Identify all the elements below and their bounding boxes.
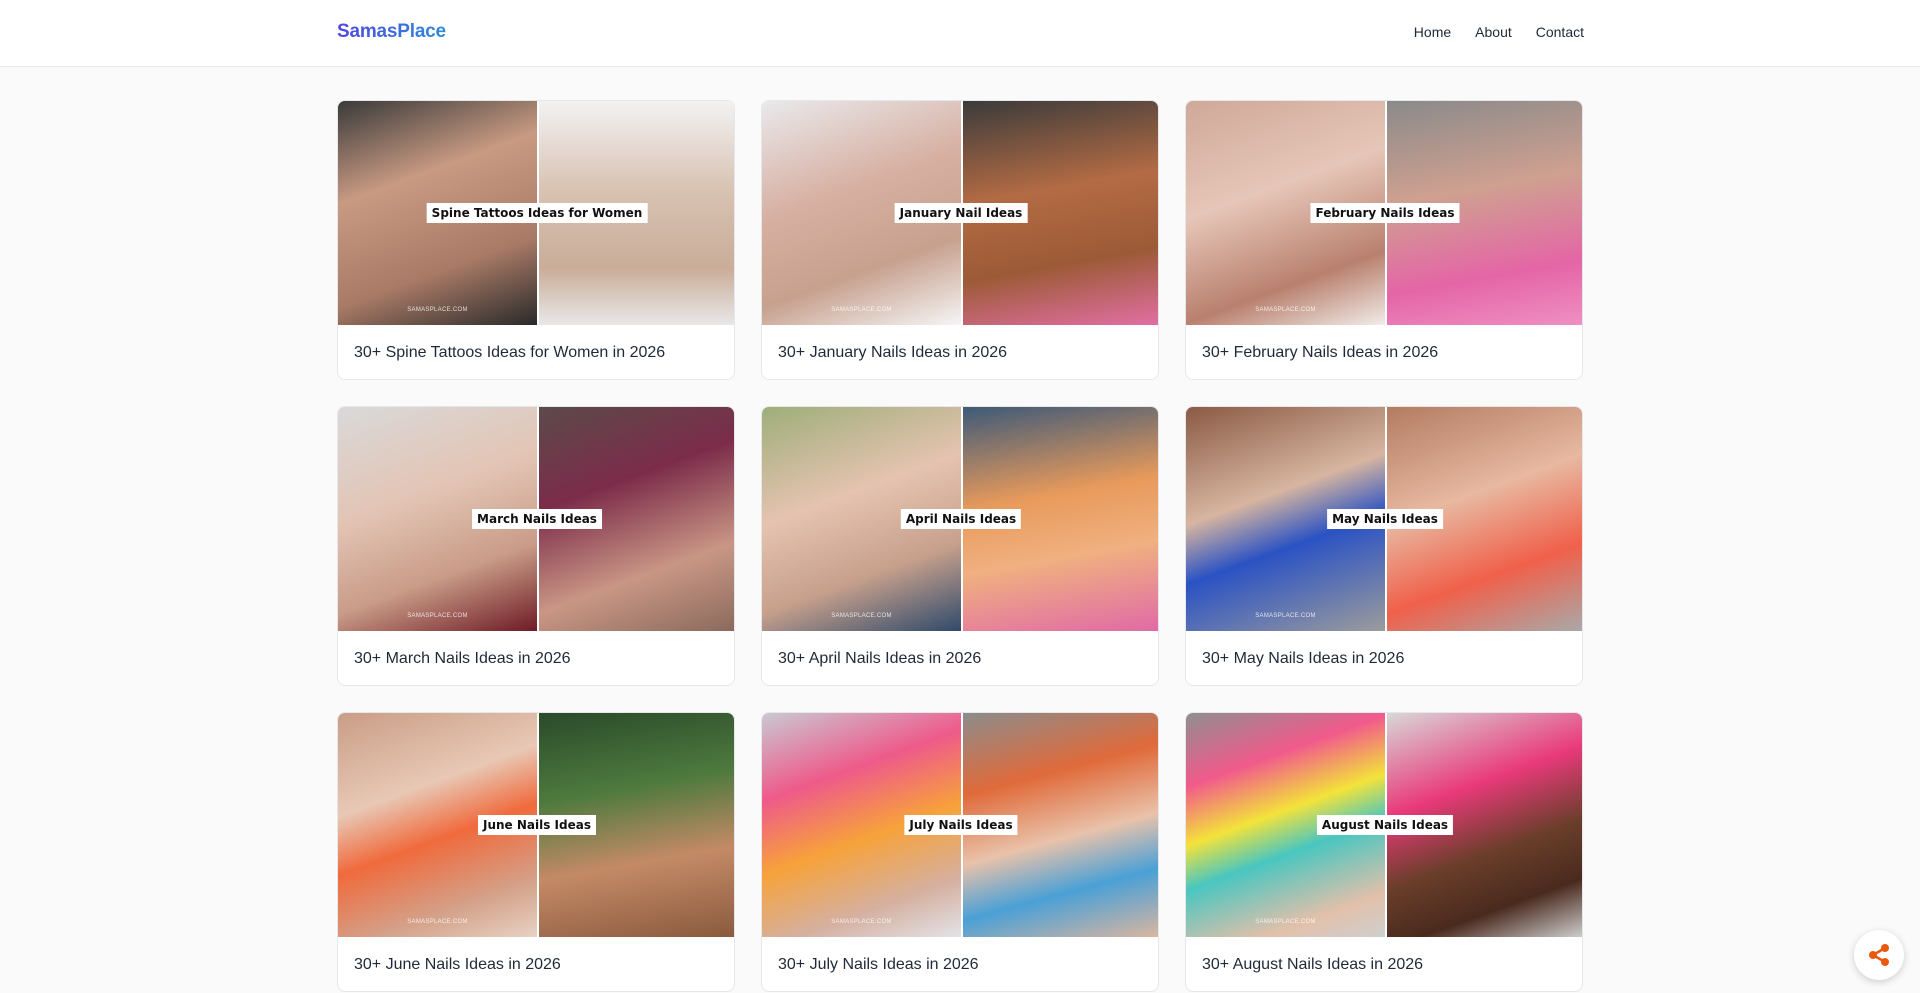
watermark-text: SAMASPLACE.COM (407, 919, 468, 925)
site-logo[interactable]: SamasPlace (337, 21, 446, 43)
nav-about-link[interactable]: About (1475, 24, 1512, 40)
share-button[interactable] (1854, 930, 1904, 980)
post-grid: SAMASPLACE.COM Spine Tattoos Ideas for W… (337, 100, 1584, 992)
main-nav: Home About Contact (1414, 24, 1584, 40)
watermark-text: SAMASPLACE.COM (407, 613, 468, 619)
post-thumbnail[interactable]: SAMASPLACE.COM July Nails Ideas (762, 713, 1158, 937)
thumbnail-label: July Nails Ideas (904, 815, 1018, 835)
share-icon (1869, 944, 1889, 966)
post-title[interactable]: 30+ January Nails Ideas in 2026 (762, 325, 1158, 379)
site-header: SamasPlace Home About Contact (0, 0, 1920, 67)
post-title[interactable]: 30+ February Nails Ideas in 2026 (1186, 325, 1582, 379)
post-title[interactable]: 30+ August Nails Ideas in 2026 (1186, 937, 1582, 991)
post-card[interactable]: SAMASPLACE.COM August Nails Ideas 30+ Au… (1185, 712, 1583, 992)
post-thumbnail[interactable]: SAMASPLACE.COM April Nails Ideas (762, 407, 1158, 631)
post-title[interactable]: 30+ July Nails Ideas in 2026 (762, 937, 1158, 991)
post-thumbnail[interactable]: SAMASPLACE.COM January Nail Ideas (762, 101, 1158, 325)
post-thumbnail[interactable]: SAMASPLACE.COM March Nails Ideas (338, 407, 734, 631)
post-thumbnail[interactable]: SAMASPLACE.COM February Nails Ideas (1186, 101, 1582, 325)
post-card[interactable]: SAMASPLACE.COM February Nails Ideas 30+ … (1185, 100, 1583, 380)
post-card[interactable]: SAMASPLACE.COM March Nails Ideas 30+ Mar… (337, 406, 735, 686)
post-thumbnail[interactable]: SAMASPLACE.COM May Nails Ideas (1186, 407, 1582, 631)
thumbnail-label: January Nail Ideas (894, 203, 1028, 223)
post-card[interactable]: SAMASPLACE.COM April Nails Ideas 30+ Apr… (761, 406, 1159, 686)
thumbnail-label: March Nails Ideas (472, 509, 602, 529)
post-thumbnail[interactable]: SAMASPLACE.COM August Nails Ideas (1186, 713, 1582, 937)
post-title[interactable]: 30+ Spine Tattoos Ideas for Women in 202… (338, 325, 734, 379)
thumbnail-label: May Nails Ideas (1327, 509, 1443, 529)
watermark-text: SAMASPLACE.COM (407, 307, 468, 313)
watermark-text: SAMASPLACE.COM (831, 613, 892, 619)
post-title[interactable]: 30+ June Nails Ideas in 2026 (338, 937, 734, 991)
post-thumbnail[interactable]: SAMASPLACE.COM Spine Tattoos Ideas for W… (338, 101, 734, 325)
watermark-text: SAMASPLACE.COM (831, 307, 892, 313)
post-card[interactable]: SAMASPLACE.COM January Nail Ideas 30+ Ja… (761, 100, 1159, 380)
thumbnail-label: August Nails Ideas (1316, 815, 1454, 835)
post-thumbnail[interactable]: SAMASPLACE.COM June Nails Ideas (338, 713, 734, 937)
nav-contact-link[interactable]: Contact (1536, 24, 1584, 40)
post-title[interactable]: 30+ April Nails Ideas in 2026 (762, 631, 1158, 685)
watermark-text: SAMASPLACE.COM (1255, 919, 1316, 925)
nav-home-link[interactable]: Home (1414, 24, 1451, 40)
thumbnail-label: February Nails Ideas (1310, 203, 1460, 223)
thumbnail-label: June Nails Ideas (478, 815, 596, 835)
thumbnail-label: April Nails Ideas (900, 509, 1022, 529)
post-card[interactable]: SAMASPLACE.COM Spine Tattoos Ideas for W… (337, 100, 735, 380)
watermark-text: SAMASPLACE.COM (1255, 307, 1316, 313)
post-title[interactable]: 30+ March Nails Ideas in 2026 (338, 631, 734, 685)
post-card[interactable]: SAMASPLACE.COM June Nails Ideas 30+ June… (337, 712, 735, 992)
watermark-text: SAMASPLACE.COM (1255, 613, 1316, 619)
watermark-text: SAMASPLACE.COM (831, 919, 892, 925)
post-title[interactable]: 30+ May Nails Ideas in 2026 (1186, 631, 1582, 685)
thumbnail-label: Spine Tattoos Ideas for Women (426, 203, 648, 223)
post-card[interactable]: SAMASPLACE.COM July Nails Ideas 30+ July… (761, 712, 1159, 992)
post-card[interactable]: SAMASPLACE.COM May Nails Ideas 30+ May N… (1185, 406, 1583, 686)
